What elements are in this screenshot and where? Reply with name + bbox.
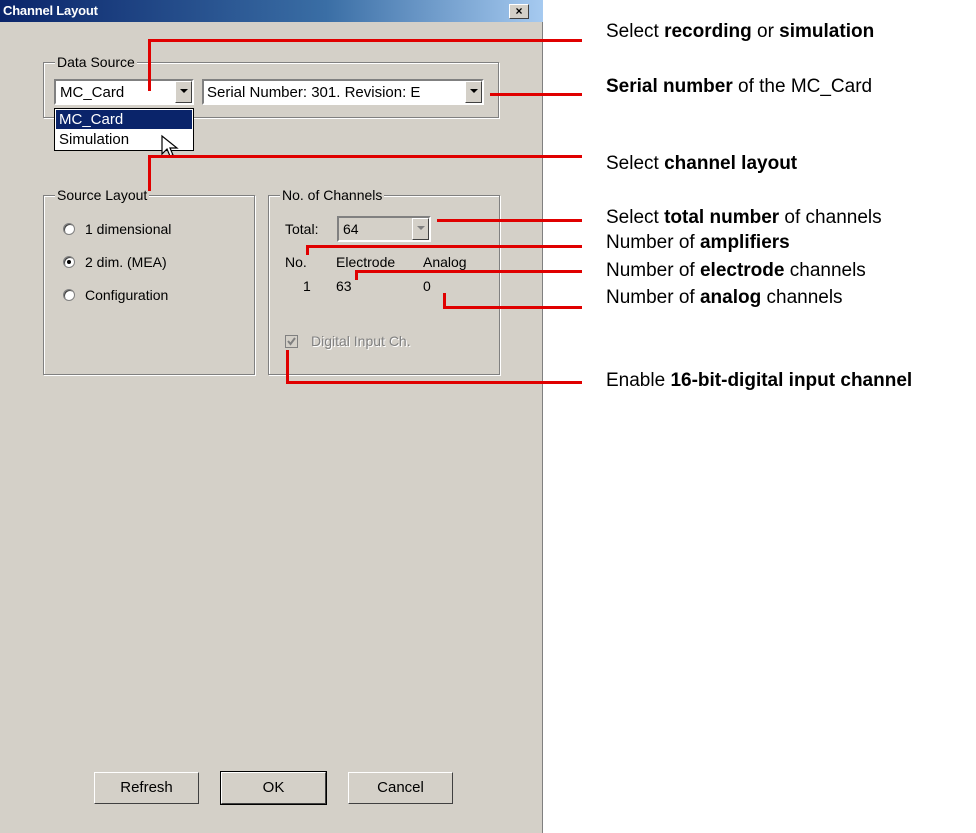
- annotation-total-number: Select total number of channels: [606, 207, 882, 228]
- annotation-amplifiers: Number of amplifiers: [606, 232, 790, 253]
- radio-button[interactable]: [63, 223, 75, 235]
- annotation-line: [355, 270, 358, 280]
- annotation-recording-simulation: Select recording or simulation: [606, 21, 875, 42]
- annotation-analog: Number of analog channels: [606, 287, 843, 308]
- header-no: No.: [285, 254, 307, 270]
- chevron-down-icon: [417, 226, 425, 230]
- device-select[interactable]: Serial Number: 301. Revision: E: [202, 79, 484, 105]
- analog-count: 0: [423, 278, 431, 294]
- close-button[interactable]: ×: [509, 4, 529, 19]
- annotation-electrode: Number of electrode channels: [606, 260, 866, 281]
- radio-1-dimensional[interactable]: 1 dimensional: [63, 221, 233, 239]
- digital-input-label: Digital Input Ch.: [311, 333, 411, 349]
- annotation-line: [306, 245, 309, 255]
- annotation-line: [443, 306, 582, 309]
- header-electrode: Electrode: [336, 254, 396, 270]
- digital-input-checkbox[interactable]: Digital Input Ch.: [285, 333, 465, 351]
- annotation-line: [148, 41, 151, 91]
- checkmark-icon: [287, 337, 296, 346]
- cancel-button[interactable]: Cancel: [348, 772, 453, 804]
- annotation-digital-input: Enable 16-bit-digital input channel: [606, 370, 913, 391]
- radio-label: 2 dim. (MEA): [85, 254, 167, 270]
- device-dropdown-button[interactable]: [465, 81, 482, 103]
- annotation-line: [286, 381, 582, 384]
- dialog-title: Channel Layout: [3, 3, 98, 18]
- chevron-down-icon: [180, 89, 188, 93]
- annotation-line: [437, 219, 582, 222]
- annotation-line: [148, 155, 151, 191]
- dropdown-option-label: MC_Card: [59, 111, 124, 128]
- total-channels-select[interactable]: 64: [337, 216, 431, 242]
- header-analog: Analog: [423, 254, 467, 270]
- annotation-channel-layout: Select channel layout: [606, 153, 798, 174]
- total-channels-value: 64: [343, 221, 359, 237]
- data-source-dropdown-button[interactable]: [175, 81, 192, 103]
- annotation-line: [306, 245, 582, 248]
- radio-configuration[interactable]: Configuration: [63, 287, 233, 305]
- radio-label: 1 dimensional: [85, 221, 172, 237]
- channels-legend: No. of Channels: [280, 187, 385, 203]
- radio-2-dim-mea[interactable]: 2 dim. (MEA): [63, 254, 233, 272]
- annotation-line: [355, 270, 582, 273]
- radio-button-selected[interactable]: [63, 256, 75, 268]
- checkbox-box[interactable]: [285, 335, 298, 348]
- annotation-serial-number: Serial number of the MC_Card: [606, 76, 873, 97]
- refresh-button[interactable]: Refresh: [94, 772, 199, 804]
- ok-button[interactable]: OK: [220, 771, 327, 805]
- annotation-line: [148, 155, 582, 158]
- annotation-line: [286, 350, 289, 384]
- amplifier-count: 1: [303, 278, 311, 294]
- data-source-selected: MC_Card: [60, 84, 125, 101]
- electrode-count: 63: [336, 278, 352, 294]
- total-label: Total:: [285, 221, 319, 237]
- data-source-legend: Data Source: [55, 54, 137, 70]
- dropdown-option-label: Simulation: [59, 131, 130, 148]
- source-layout-legend: Source Layout: [55, 187, 150, 203]
- total-dropdown-button[interactable]: [412, 218, 429, 240]
- chevron-down-icon: [470, 89, 478, 93]
- annotation-line: [490, 93, 582, 96]
- close-icon: ×: [515, 4, 523, 18]
- annotation-line: [148, 39, 582, 42]
- radio-button[interactable]: [63, 289, 75, 301]
- dropdown-option-mc-card[interactable]: MC_Card: [56, 110, 192, 129]
- data-source-select[interactable]: MC_Card: [54, 79, 194, 105]
- radio-label: Configuration: [85, 287, 169, 303]
- channel-layout-dialog: Channel Layout × Data Source MC_Card Ser…: [0, 0, 543, 833]
- radio-dot: [67, 260, 71, 264]
- title-bar[interactable]: Channel Layout ×: [0, 0, 543, 22]
- device-selected: Serial Number: 301. Revision: E: [207, 84, 421, 101]
